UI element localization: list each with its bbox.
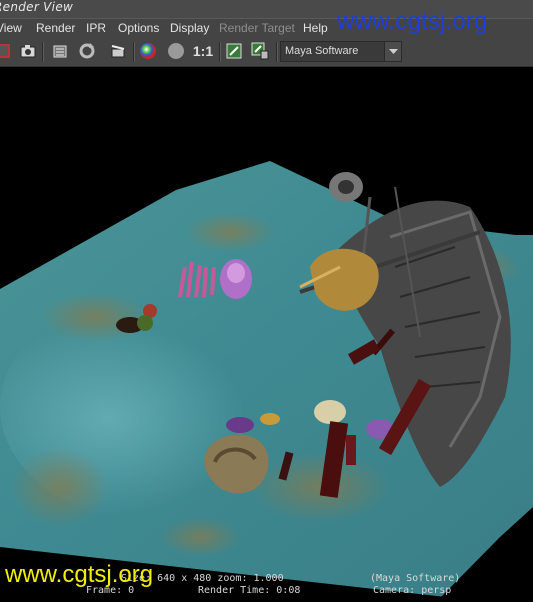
- alpha-channel-icon[interactable]: [166, 41, 186, 61]
- camera-value: persp: [421, 585, 452, 596]
- keep-image-icon[interactable]: [224, 41, 244, 61]
- ipr-render-icon[interactable]: [50, 41, 70, 61]
- zoom-label: zoom:: [217, 573, 248, 584]
- render-region-icon[interactable]: [0, 41, 12, 61]
- zoom-value: 1.000: [253, 573, 284, 584]
- menu-render[interactable]: Render: [36, 21, 75, 35]
- size-value: 640 x 480: [157, 573, 212, 584]
- renderer-dropdown-value: Maya Software: [285, 45, 359, 57]
- menu-ipr[interactable]: IPR: [86, 21, 106, 35]
- rendered-image: [0, 161, 533, 598]
- menu-help[interactable]: Help: [303, 21, 328, 35]
- menu-view[interactable]: View: [0, 21, 22, 35]
- remove-image-icon[interactable]: [250, 41, 270, 61]
- refresh-icon[interactable]: [77, 41, 97, 61]
- menu-options[interactable]: Options: [118, 21, 159, 35]
- status-render-time-row: Render Time: 0:08: [198, 585, 300, 596]
- camera-label: Camera:: [373, 585, 416, 596]
- chevron-down-icon: [384, 42, 401, 61]
- status-camera-row: Camera: persp: [373, 585, 451, 596]
- render-viewport[interactable]: Size: 640 x 480 zoom: 1.000 (Maya Softwa…: [0, 67, 533, 598]
- status-renderer: (Maya Software): [370, 573, 461, 584]
- watermark-bottom: www.cgtsj.org: [5, 561, 154, 588]
- menu-render-target[interactable]: Render Target: [219, 21, 295, 35]
- real-size-label: 1:1: [192, 43, 214, 59]
- render-time-label: Render Time:: [198, 585, 271, 596]
- menu-display[interactable]: Display: [170, 21, 209, 35]
- render-time-value: 0:08: [276, 585, 301, 596]
- renderer-dropdown[interactable]: Maya Software: [280, 41, 402, 62]
- render-toolbar: 1:1: [0, 38, 533, 67]
- render-sequence-icon[interactable]: [108, 41, 128, 61]
- color-channel-icon[interactable]: [138, 41, 158, 61]
- snapshot-icon[interactable]: [18, 41, 38, 61]
- real-size-button[interactable]: 1:1: [192, 41, 214, 61]
- window-title: Render View: [0, 0, 74, 14]
- watermark-top: www.cgtsj.org: [337, 8, 488, 35]
